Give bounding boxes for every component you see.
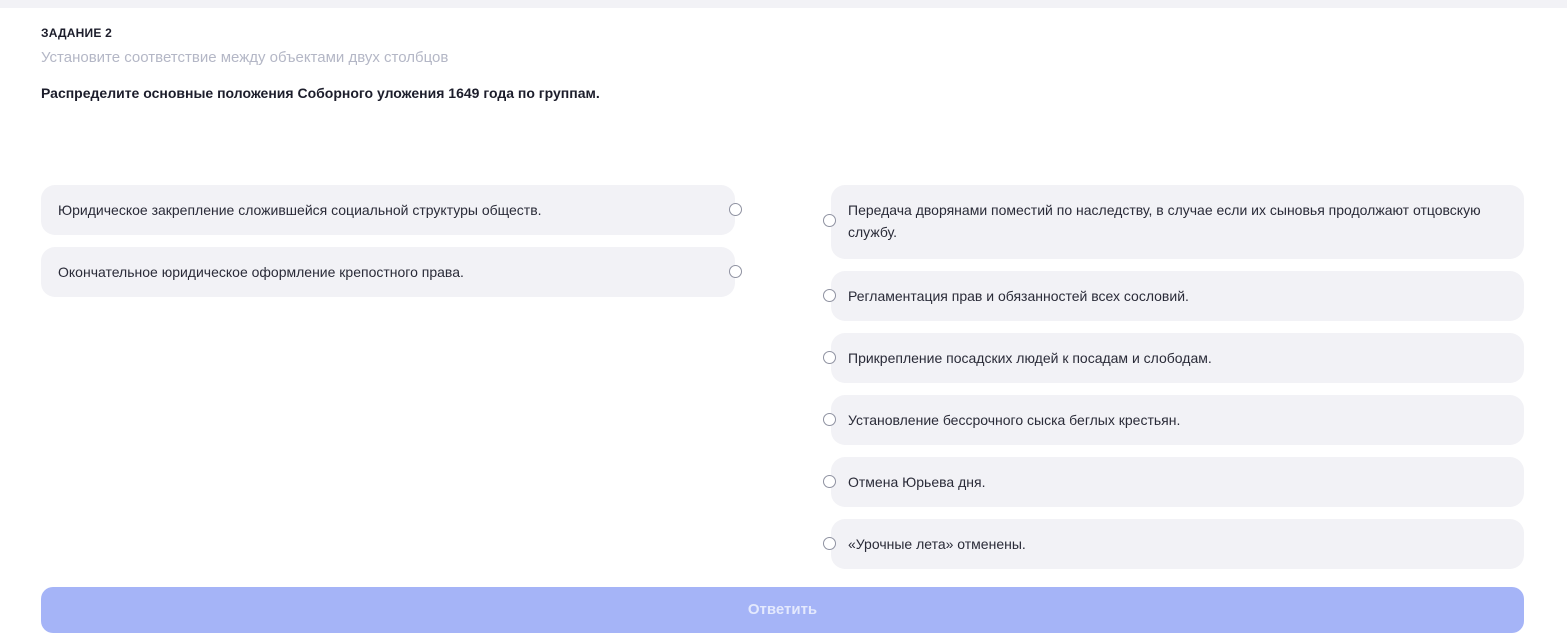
right-item-label: Отмена Юрьева дня. [848, 474, 986, 490]
top-strip [0, 0, 1567, 8]
right-column: Передача дворянами поместий по наследств… [823, 185, 1524, 581]
right-item-2[interactable]: Регламентация прав и обязанностей всех с… [823, 271, 1524, 321]
submit-button[interactable]: Ответить [41, 587, 1524, 633]
right-item-label: «Урочные лета» отменены. [848, 536, 1026, 552]
right-item-label: Прикрепление посадских людей к посадам и… [848, 350, 1212, 366]
connector-radio-icon[interactable] [823, 214, 836, 227]
right-item-5[interactable]: Отмена Юрьева дня. [823, 457, 1524, 507]
task-label: ЗАДАНИЕ 2 [41, 26, 112, 40]
connector-radio-icon[interactable] [823, 537, 836, 550]
right-item-1[interactable]: Передача дворянами поместий по наследств… [823, 185, 1524, 259]
connector-radio-icon[interactable] [729, 265, 742, 278]
right-item-label: Регламентация прав и обязанностей всех с… [848, 288, 1189, 304]
left-item-label: Юридическое закрепление сложившейся соци… [58, 202, 542, 218]
right-item-3[interactable]: Прикрепление посадских людей к посадам и… [823, 333, 1524, 383]
connector-radio-icon[interactable] [823, 413, 836, 426]
connector-radio-icon[interactable] [823, 289, 836, 302]
right-item-4[interactable]: Установление бессрочного сыска беглых кр… [823, 395, 1524, 445]
left-column: Юридическое закрепление сложившейся соци… [41, 185, 742, 309]
left-item-label: Окончательное юридическое оформление кре… [58, 264, 464, 280]
connector-radio-icon[interactable] [823, 351, 836, 364]
question-text: Распределите основные положения Соборног… [41, 85, 600, 101]
left-item-2[interactable]: Окончательное юридическое оформление кре… [41, 247, 742, 297]
right-item-6[interactable]: «Урочные лета» отменены. [823, 519, 1524, 569]
task-hint: Установите соответствие между объектами … [41, 49, 449, 66]
connector-radio-icon[interactable] [823, 475, 836, 488]
left-item-1[interactable]: Юридическое закрепление сложившейся соци… [41, 185, 742, 235]
right-item-label: Передача дворянами поместий по наследств… [848, 202, 1481, 240]
connector-radio-icon[interactable] [729, 203, 742, 216]
right-item-label: Установление бессрочного сыска беглых кр… [848, 412, 1181, 428]
